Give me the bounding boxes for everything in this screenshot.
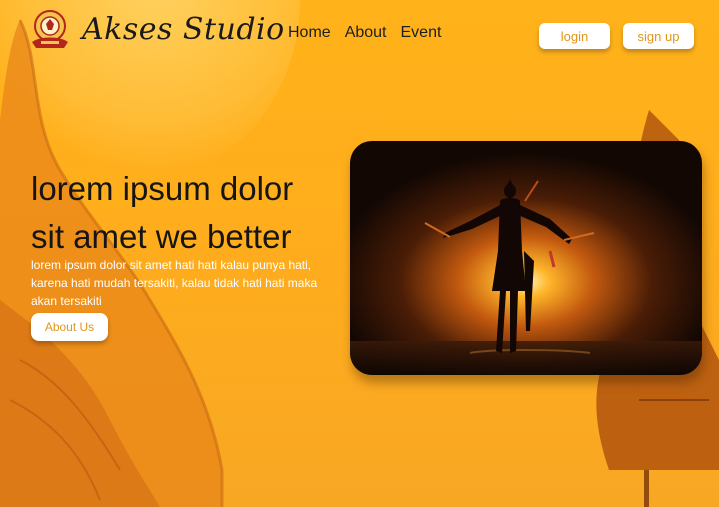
brand-logo[interactable]: Akses Studio [28,8,285,50]
about-us-button[interactable]: About Us [31,313,108,341]
nav-home[interactable]: Home [288,24,331,42]
hero-title-line-2: sit amet we better [31,218,292,255]
hero-title-line-1: lorem ipsum dolor [31,170,294,207]
nav-about[interactable]: About [345,24,387,42]
nav-event[interactable]: Event [401,24,442,42]
signup-button[interactable]: sign up [623,23,694,49]
wayang-emblem-icon [32,10,68,48]
hero-photo [350,141,702,375]
performer-image [350,141,702,375]
hero-title: lorem ipsum dolor sit amet we better [31,165,341,261]
main-nav: Home About Event [288,24,441,42]
login-button[interactable]: login [539,23,610,49]
hero-description: lorem ipsum dolor sit amet hati hati kal… [31,258,318,308]
brand-name: Akses Studio [82,11,285,47]
